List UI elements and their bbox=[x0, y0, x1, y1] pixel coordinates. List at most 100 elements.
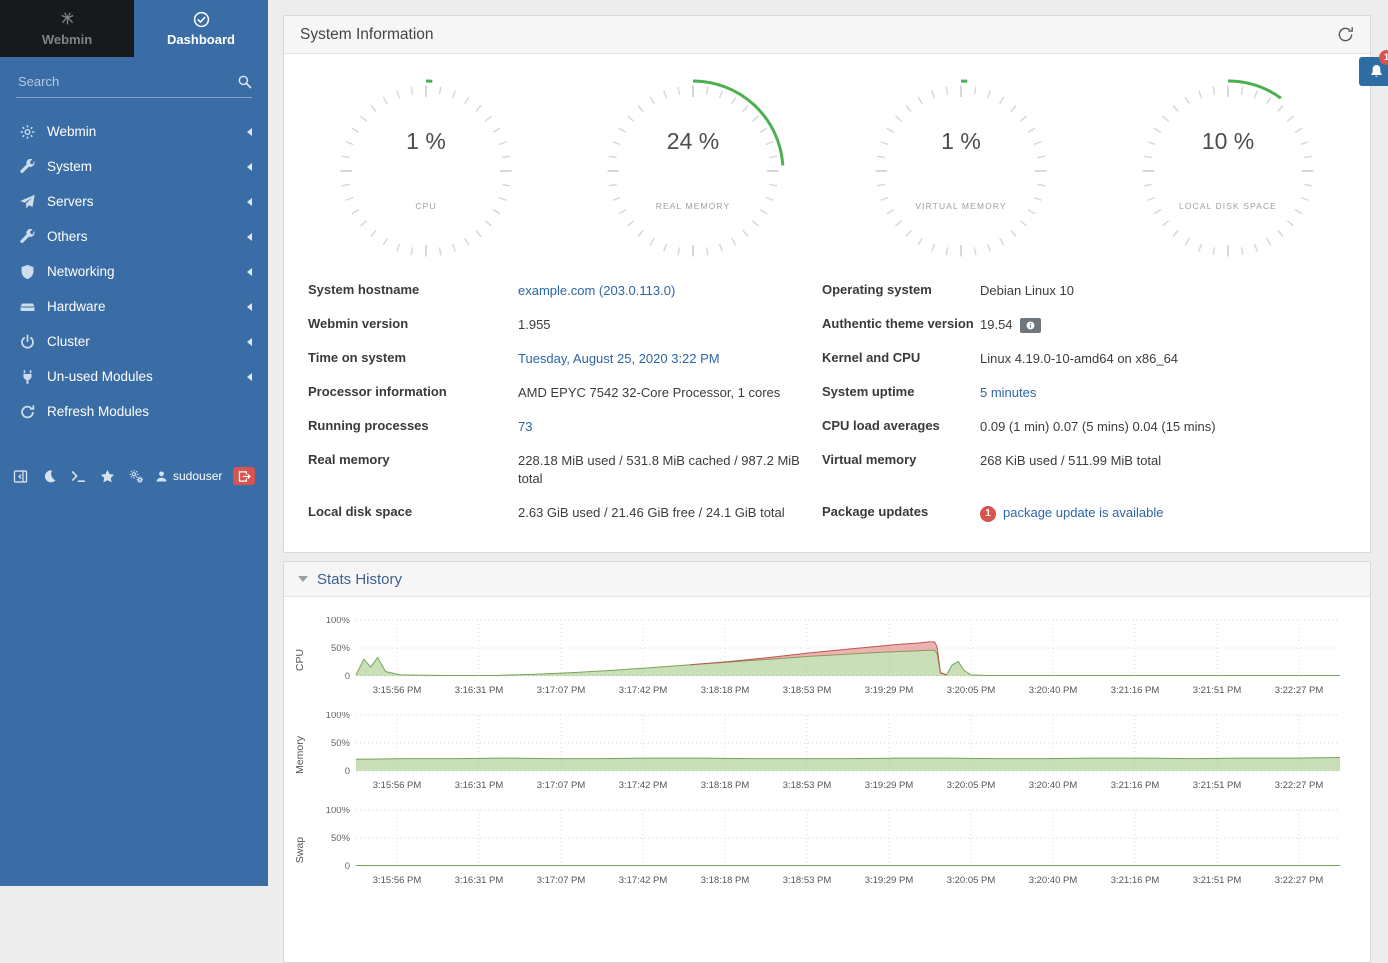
sidebar-item-networking[interactable]: Networking bbox=[0, 254, 268, 289]
info-value: 268 KiB used / 511.99 MiB total bbox=[980, 444, 1346, 496]
tab-webmin[interactable]: Webmin bbox=[0, 0, 134, 57]
svg-text:3:21:16 PM: 3:21:16 PM bbox=[1111, 875, 1160, 886]
night-mode-button[interactable] bbox=[39, 467, 59, 485]
info-text: AMD EPYC 7542 32-Core Processor, 1 cores bbox=[518, 385, 780, 400]
notifications-button[interactable]: 1 bbox=[1359, 57, 1388, 86]
info-link[interactable]: Tuesday, August 25, 2020 3:22 PM bbox=[518, 351, 720, 366]
stats-history-title: Stats History bbox=[317, 571, 402, 588]
svg-text:3:18:53 PM: 3:18:53 PM bbox=[783, 875, 832, 886]
info-value: 1.955 bbox=[518, 308, 822, 342]
sidebar-item-system[interactable]: System bbox=[0, 149, 268, 184]
chevron-left-icon bbox=[243, 268, 252, 276]
sysinfo-toggle-button[interactable] bbox=[10, 467, 30, 485]
svg-text:3:17:42 PM: 3:17:42 PM bbox=[619, 875, 668, 886]
svg-text:3:20:05 PM: 3:20:05 PM bbox=[947, 685, 996, 696]
svg-text:3:20:05 PM: 3:20:05 PM bbox=[947, 875, 996, 886]
gauge-label: CPU bbox=[415, 201, 436, 211]
system-information-header: System Information bbox=[284, 16, 1370, 54]
chevron-left-icon bbox=[243, 163, 252, 171]
info-value: 2.63 GiB used / 21.46 GiB free / 24.1 Gi… bbox=[518, 496, 822, 530]
info-label: System uptime bbox=[822, 376, 980, 410]
info-link[interactable]: 73 bbox=[518, 419, 532, 434]
info-text: 2.63 GiB used / 21.46 GiB free / 24.1 Gi… bbox=[518, 505, 785, 520]
paper-plane-icon bbox=[19, 194, 36, 210]
info-value: Linux 4.19.0-10-amd64 on x86_64 bbox=[980, 342, 1346, 376]
search-input[interactable] bbox=[16, 73, 237, 90]
svg-text:3:20:05 PM: 3:20:05 PM bbox=[947, 780, 996, 791]
sidebar-item-refresh-modules[interactable]: Refresh Modules bbox=[0, 394, 268, 429]
svg-text:3:21:16 PM: 3:21:16 PM bbox=[1111, 780, 1160, 791]
svg-text:3:17:07 PM: 3:17:07 PM bbox=[537, 780, 586, 791]
svg-text:50%: 50% bbox=[331, 643, 351, 654]
info-label: Kernel and CPU bbox=[822, 342, 980, 376]
search-icon[interactable] bbox=[237, 74, 252, 89]
info-link[interactable]: package update is available bbox=[1003, 505, 1163, 520]
sidebar-bottom-bar: sudouser bbox=[0, 467, 268, 485]
sidebar-search bbox=[16, 73, 252, 98]
svg-text:3:19:29 PM: 3:19:29 PM bbox=[865, 780, 914, 791]
sidebar-item-hardware[interactable]: Hardware bbox=[0, 289, 268, 324]
refresh-icon[interactable] bbox=[1337, 26, 1354, 43]
gauge-local-disk-space: 10 %LOCAL DISK SPACE bbox=[1095, 78, 1363, 264]
svg-text:3:22:27 PM: 3:22:27 PM bbox=[1275, 780, 1324, 791]
info-text: 1.955 bbox=[518, 317, 551, 332]
svg-text:50%: 50% bbox=[331, 738, 351, 749]
gauge-virtual-memory: 1 %VIRTUAL MEMORY bbox=[827, 78, 1095, 264]
chevron-left-icon bbox=[243, 338, 252, 346]
svg-text:3:21:51 PM: 3:21:51 PM bbox=[1193, 780, 1242, 791]
page-title: System Information bbox=[300, 26, 1337, 44]
info-icon bbox=[1026, 321, 1035, 330]
circle-check-icon bbox=[193, 11, 210, 28]
svg-text:3:18:18 PM: 3:18:18 PM bbox=[701, 780, 750, 791]
chevron-left-icon bbox=[243, 373, 252, 381]
theme-info-badge[interactable] bbox=[1020, 318, 1041, 333]
shield-icon bbox=[19, 264, 36, 280]
power-icon bbox=[19, 334, 36, 350]
sidebar-item-cluster[interactable]: Cluster bbox=[0, 324, 268, 359]
sidebar: Webmin Dashboard WebminSystemServersOthe… bbox=[0, 0, 268, 886]
user-menu[interactable]: sudouser bbox=[155, 469, 222, 483]
sidebar-item-servers[interactable]: Servers bbox=[0, 184, 268, 219]
info-label: Virtual memory bbox=[822, 444, 980, 496]
username-label: sudouser bbox=[173, 469, 222, 483]
sidebar-item-label: Networking bbox=[47, 264, 243, 279]
info-text: Linux 4.19.0-10-amd64 on x86_64 bbox=[980, 351, 1178, 366]
svg-text:100%: 100% bbox=[326, 617, 351, 626]
svg-text:3:16:31 PM: 3:16:31 PM bbox=[455, 875, 504, 886]
gauge-percent: 10 % bbox=[1202, 128, 1254, 154]
tab-dashboard-label: Dashboard bbox=[167, 32, 235, 47]
info-link[interactable]: example.com (203.0.113.0) bbox=[518, 283, 675, 298]
svg-text:3:15:56 PM: 3:15:56 PM bbox=[373, 685, 422, 696]
sidebar-item-un-used-modules[interactable]: Un-used Modules bbox=[0, 359, 268, 394]
info-text: 268 KiB used / 511.99 MiB total bbox=[980, 453, 1161, 468]
logout-button[interactable] bbox=[233, 467, 255, 485]
svg-text:3:16:31 PM: 3:16:31 PM bbox=[455, 780, 504, 791]
svg-text:0: 0 bbox=[345, 671, 350, 682]
svg-text:3:19:29 PM: 3:19:29 PM bbox=[865, 875, 914, 886]
sidebar-item-label: Un-used Modules bbox=[47, 369, 243, 384]
info-value: 0.09 (1 min) 0.07 (5 mins) 0.04 (15 mins… bbox=[980, 410, 1346, 444]
settings-button[interactable] bbox=[126, 467, 146, 485]
user-icon bbox=[155, 470, 168, 483]
svg-text:3:17:07 PM: 3:17:07 PM bbox=[537, 685, 586, 696]
svg-text:3:20:40 PM: 3:20:40 PM bbox=[1029, 780, 1078, 791]
chevron-left-icon bbox=[243, 233, 252, 241]
tab-dashboard[interactable]: Dashboard bbox=[134, 0, 268, 57]
sidebar-item-others[interactable]: Others bbox=[0, 219, 268, 254]
svg-text:3:20:40 PM: 3:20:40 PM bbox=[1029, 875, 1078, 886]
info-link[interactable]: 5 minutes bbox=[980, 385, 1036, 400]
stats-history-header[interactable]: Stats History bbox=[284, 562, 1370, 597]
sidebar-item-label: Cluster bbox=[47, 334, 243, 349]
info-label: System hostname bbox=[308, 274, 518, 308]
svg-text:3:18:18 PM: 3:18:18 PM bbox=[701, 685, 750, 696]
gauge-label: REAL MEMORY bbox=[656, 201, 730, 211]
favorites-button[interactable] bbox=[97, 467, 117, 485]
info-label: Processor information bbox=[308, 376, 518, 410]
tab-webmin-label: Webmin bbox=[42, 32, 92, 47]
sidebar-item-webmin[interactable]: Webmin bbox=[0, 114, 268, 149]
gauge-percent: 24 % bbox=[667, 128, 719, 154]
info-text: 19.54 bbox=[980, 317, 1013, 332]
notifications-count-badge: 1 bbox=[1379, 50, 1388, 65]
terminal-button[interactable] bbox=[68, 467, 88, 485]
info-label: Running processes bbox=[308, 410, 518, 444]
